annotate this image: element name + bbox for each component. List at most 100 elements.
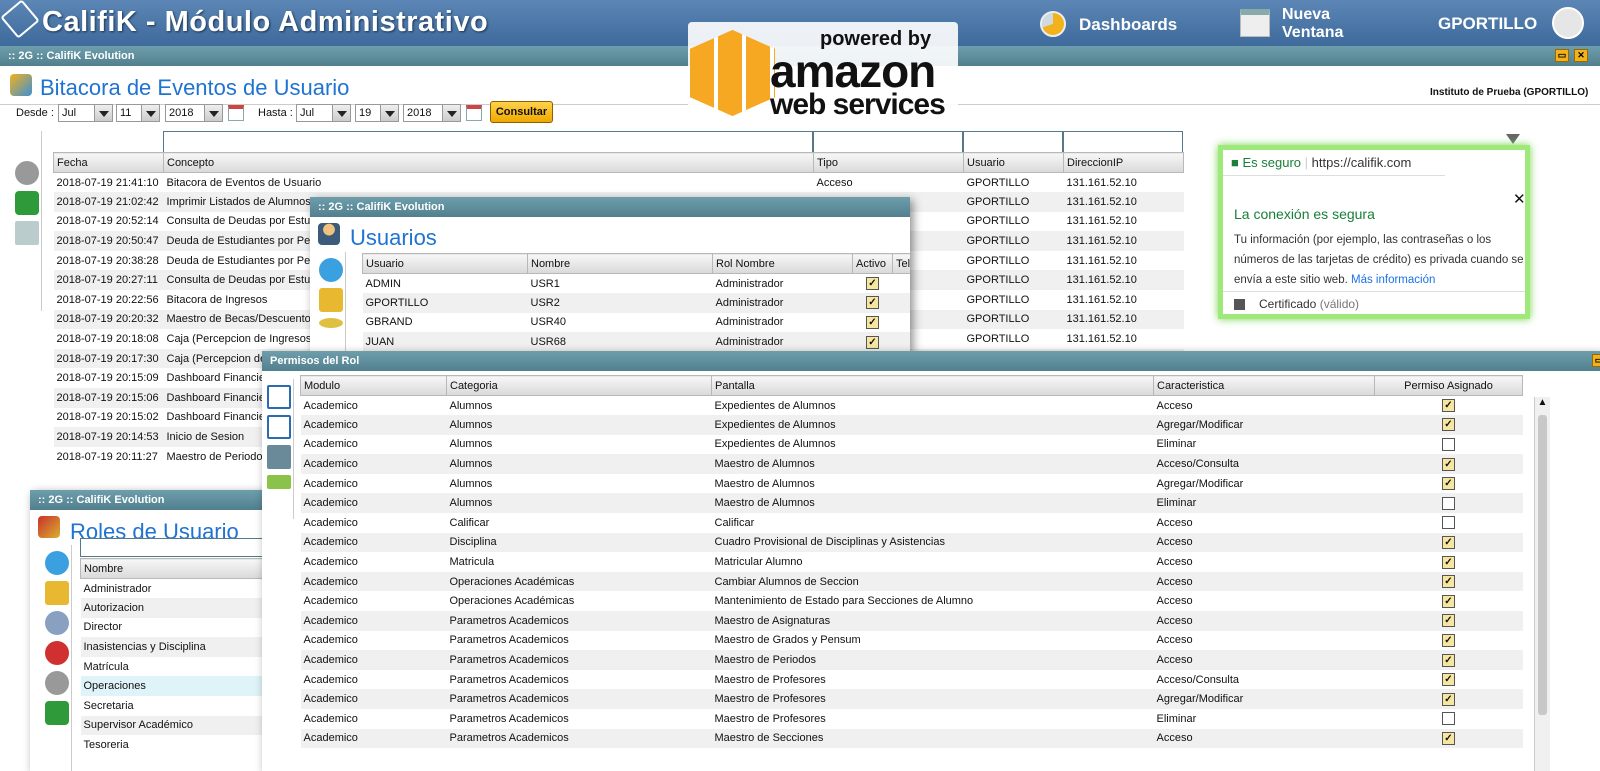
- permission-checkbox[interactable]: [1442, 437, 1455, 451]
- column-header[interactable]: Fecha: [53, 152, 164, 173]
- to-month-select[interactable]: Jul: [296, 104, 351, 122]
- table-row[interactable]: 2018-07-19 21:41:10 Bitacora de Eventos d…: [54, 173, 1184, 193]
- window-titlebar[interactable]: Permisos del Rol ▭: [262, 351, 1600, 371]
- edit-pencil-icon[interactable]: [45, 581, 69, 605]
- list-item[interactable]: Inasistencias y Disciplina: [80, 637, 290, 657]
- edit-pencil-icon[interactable]: [319, 288, 343, 312]
- list-item[interactable]: Operaciones: [80, 676, 290, 697]
- active-checkbox[interactable]: ✓: [866, 296, 879, 310]
- roles-filter-input[interactable]: [80, 538, 290, 557]
- column-header[interactable]: Usuario: [963, 152, 1064, 173]
- column-header[interactable]: Categoria: [446, 375, 712, 396]
- list-item[interactable]: Autorizacion: [80, 598, 290, 618]
- table-row[interactable]: Academico Alumnos Maestro de Alumnos Elimin…: [300, 493, 1523, 514]
- column-header[interactable]: Tipo: [813, 152, 964, 173]
- uncheck-all-icon[interactable]: [267, 415, 291, 439]
- column-header[interactable]: Nombre: [527, 253, 713, 274]
- table-row[interactable]: Academico Parametros Academicos Maestro de…: [300, 689, 1523, 709]
- list-item[interactable]: Supervisor Académico: [80, 715, 290, 736]
- maximize-button[interactable]: ▭: [1592, 354, 1600, 367]
- permission-checkbox[interactable]: ✓: [1442, 418, 1455, 432]
- table-row[interactable]: Academico Parametros Academicos Maestro de…: [301, 709, 1523, 729]
- vertical-scrollbar[interactable]: ▲: [1534, 397, 1550, 771]
- permission-checkbox[interactable]: ✓: [1442, 614, 1455, 628]
- column-header[interactable]: Caracteristica: [1153, 375, 1375, 396]
- close-icon[interactable]: ✕: [1513, 190, 1526, 208]
- from-year-select[interactable]: 2018: [165, 104, 223, 122]
- table-row[interactable]: Academico Alumnos Expedientes de Alumnos Ac…: [301, 396, 1523, 416]
- filter-tipo[interactable]: [813, 131, 963, 152]
- scroll-up-icon[interactable]: ▲: [1535, 397, 1550, 413]
- permission-checkbox[interactable]: [1442, 516, 1455, 530]
- certificate-row[interactable]: Certificado (válido): [1223, 291, 1525, 315]
- permission-checkbox[interactable]: ✓: [1442, 535, 1455, 549]
- print-icon[interactable]: [15, 161, 39, 185]
- table-row[interactable]: Academico Alumnos Expedientes de Alumnos El…: [301, 435, 1523, 455]
- list-item[interactable]: Director: [81, 618, 291, 638]
- dashboard-pie-icon[interactable]: [1040, 11, 1066, 37]
- table-row[interactable]: Academico Disciplina Cuadro Provisional de…: [300, 532, 1523, 553]
- list-item[interactable]: Administrador: [81, 579, 291, 599]
- table-row[interactable]: Academico Parametros Academicos Maestro de…: [300, 611, 1523, 631]
- excel-icon[interactable]: [45, 701, 69, 725]
- maximize-button[interactable]: ▭: [1555, 49, 1569, 62]
- calendar-icon[interactable]: [466, 105, 482, 121]
- active-checkbox[interactable]: ✓: [866, 335, 879, 349]
- column-header[interactable]: Tele: [892, 253, 910, 274]
- key-icon[interactable]: [45, 611, 69, 635]
- permission-checkbox[interactable]: ✓: [1442, 673, 1455, 687]
- list-item[interactable]: Tesoreria: [81, 735, 291, 755]
- permission-checkbox[interactable]: ✓: [1442, 399, 1455, 413]
- table-row[interactable]: Academico Parametros Academicos Maestro de…: [300, 650, 1523, 670]
- permission-checkbox[interactable]: [1442, 712, 1455, 726]
- table-row[interactable]: Academico Alumnos Expedientes de Alumnos Ag…: [300, 415, 1523, 435]
- from-day-select[interactable]: 11: [116, 104, 160, 122]
- print-icon[interactable]: [45, 671, 69, 695]
- check-all-icon[interactable]: [267, 385, 291, 409]
- table-row[interactable]: GBRAND USR40 Administrador ✓: [363, 313, 911, 333]
- dashboards-link[interactable]: Dashboards: [1079, 15, 1177, 35]
- scroll-thumb[interactable]: [1538, 415, 1547, 715]
- permission-checkbox[interactable]: ✓: [1442, 731, 1455, 745]
- table-row[interactable]: JUAN USR68 Administrador ✓: [362, 332, 910, 352]
- permission-checkbox[interactable]: ✓: [1442, 633, 1455, 647]
- list-item[interactable]: Matrícula: [81, 657, 291, 677]
- column-header[interactable]: Modulo: [300, 375, 447, 396]
- column-header[interactable]: Usuario: [362, 253, 528, 274]
- filter-icon[interactable]: [1506, 134, 1520, 144]
- active-checkbox[interactable]: ✓: [866, 315, 879, 329]
- table-row[interactable]: Academico Parametros Academicos Maestro de…: [301, 631, 1523, 651]
- to-day-select[interactable]: 19: [355, 104, 399, 122]
- add-icon[interactable]: [319, 258, 343, 282]
- permission-checkbox[interactable]: ✓: [1442, 575, 1455, 589]
- consultar-button[interactable]: Consultar: [490, 101, 553, 123]
- column-header[interactable]: Concepto: [163, 152, 814, 173]
- filter-usuario[interactable]: [963, 131, 1063, 152]
- filter-concepto[interactable]: [163, 131, 813, 152]
- table-row[interactable]: Academico Calificar Calificar Acceso: [301, 513, 1523, 533]
- filter-ip[interactable]: [1063, 131, 1183, 152]
- delete-icon[interactable]: [45, 641, 69, 665]
- table-row[interactable]: Academico Alumnos Maestro de Alumnos Acceso…: [300, 454, 1523, 474]
- column-header[interactable]: Permiso Asignado: [1374, 375, 1523, 396]
- new-window-icon[interactable]: [1240, 9, 1270, 37]
- table-row[interactable]: GPORTILLO USR2 Administrador ✓: [362, 293, 910, 313]
- permission-checkbox[interactable]: ✓: [1442, 477, 1455, 491]
- close-button[interactable]: ✕: [1574, 49, 1588, 62]
- save-icon[interactable]: [267, 445, 291, 469]
- current-user[interactable]: GPORTILLO: [1438, 14, 1537, 34]
- from-month-select[interactable]: Jul: [58, 104, 113, 122]
- back-arrow-icon[interactable]: [267, 475, 291, 489]
- key-icon[interactable]: [319, 318, 343, 328]
- window-titlebar[interactable]: :: 2G :: CalifiK Evolution: [310, 197, 910, 217]
- permission-checkbox[interactable]: ✓: [1442, 653, 1455, 667]
- column-header[interactable]: Pantalla: [711, 375, 1154, 396]
- column-header[interactable]: Nombre: [80, 558, 290, 579]
- permission-checkbox[interactable]: ✓: [1442, 594, 1455, 608]
- column-header[interactable]: Rol Nombre: [712, 253, 853, 274]
- list-item[interactable]: Secretaria: [81, 696, 291, 716]
- window-titlebar[interactable]: :: 2G :: CalifiK Evolution: [30, 490, 290, 510]
- column-header[interactable]: DireccionIP: [1063, 152, 1184, 173]
- column-header[interactable]: Activo: [852, 253, 893, 274]
- table-row[interactable]: Academico Operaciones Académicas Cambiar A…: [300, 571, 1523, 592]
